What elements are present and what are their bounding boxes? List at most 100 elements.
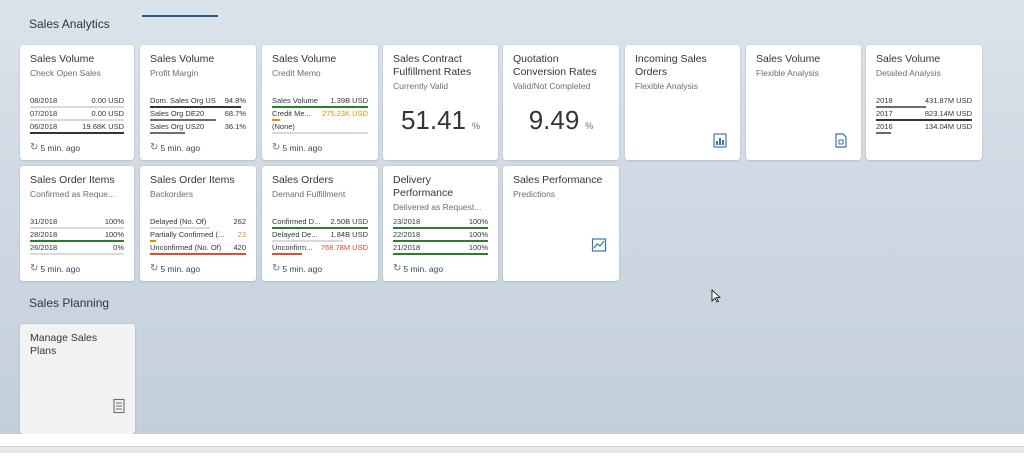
tile-delivery-performance[interactable]: Delivery Performance Delivered as Reques… xyxy=(383,166,498,281)
row-value: 100% xyxy=(468,217,488,226)
refresh-footer: ↻ 5 min. ago xyxy=(393,263,443,274)
refresh-icon: ↻ xyxy=(150,142,159,153)
tile-title-line2: Fulfillment Rates xyxy=(393,66,472,78)
list-item: 31/2018 100% xyxy=(30,216,124,229)
tile-sales-orders-demand[interactable]: Sales Orders Demand Fulfillment Confirme… xyxy=(262,166,378,281)
bottom-scroll-strip xyxy=(0,446,1024,453)
kpi-unit: % xyxy=(585,121,594,131)
row-value: 36.1% xyxy=(224,122,246,131)
row-value: 0.00 USD xyxy=(91,109,124,118)
row-value: 275.23K USD xyxy=(322,109,368,118)
tile-quotation-conversion[interactable]: Quotation Conversion Rates Valid/Not Com… xyxy=(503,45,619,160)
tile-sales-volume-credit-memo[interactable]: Sales Volume Credit Memo Sales Volume 1.… xyxy=(262,45,378,160)
comparison-list: Dom. Sales Org US 94.8% Sales Org DE20 6… xyxy=(150,95,246,134)
tile-title-line1: Sales Contract xyxy=(393,53,462,65)
tile-sales-volume-detailed[interactable]: Sales Volume Detailed Analysis 2018 431.… xyxy=(866,45,982,160)
row-label: (None) xyxy=(272,122,295,131)
tile-incoming-sales-orders[interactable]: Incoming Sales Orders Flexible Analysis xyxy=(625,45,740,160)
tile-title: Manage Sales Plans xyxy=(30,332,98,357)
refresh-time: 5 min. ago xyxy=(403,263,444,274)
section-title-sales-analytics: Sales Analytics xyxy=(29,17,110,31)
list-item: Delayed (No. Of) 262 xyxy=(150,216,246,229)
tile-title: Sales Order Items xyxy=(150,174,235,186)
row-value: 19.68K USD xyxy=(82,122,124,131)
row-value: 100% xyxy=(104,217,124,226)
row-label: 23/2018 xyxy=(393,217,421,226)
tile-title: Sales Order Items xyxy=(30,174,115,186)
tile-sales-contract-fulfillment[interactable]: Sales Contract Fulfillment Rates Current… xyxy=(383,45,498,160)
row-label: Partially Confirmed (... xyxy=(150,230,225,239)
row-value: 768.78M USD xyxy=(320,243,368,252)
tile-sales-performance[interactable]: Sales Performance Predictions xyxy=(503,166,619,281)
row-value: 2.50B USD xyxy=(330,217,368,226)
list-item: Dom. Sales Org US 94.8% xyxy=(150,95,246,108)
tile-subtitle: Flexible Analysis xyxy=(756,68,819,78)
kpi-value: 51.41% xyxy=(383,105,498,136)
kpi-unit: % xyxy=(472,121,481,131)
row-value: 0.00 USD xyxy=(91,96,124,105)
comparison-list: 23/2018 100% 22/2018 100% 21/2018 100% xyxy=(393,216,488,255)
row-label: Unconfirm... xyxy=(272,243,313,252)
row-value: 100% xyxy=(468,243,488,252)
tile-subtitle: Confirmed as Reque... xyxy=(30,189,116,199)
list-item: 21/2018 100% xyxy=(393,242,488,255)
list-item: Delayed De... 1.84B USD xyxy=(272,229,368,242)
refresh-icon: ↻ xyxy=(272,263,281,274)
list-item: Sales Org US20 36.1% xyxy=(150,121,246,134)
comparison-list: Sales Volume 1.39B USD Credit Me... 275.… xyxy=(272,95,368,134)
tile-sales-volume-flexible[interactable]: Sales Volume Flexible Analysis xyxy=(746,45,861,160)
row-value: 100% xyxy=(104,230,124,239)
tile-subtitle: Currently Valid xyxy=(393,81,449,91)
refresh-footer: ↻ 5 min. ago xyxy=(272,263,322,274)
row-value: 0% xyxy=(113,243,124,252)
kpi-value: 9.49% xyxy=(503,105,619,136)
row-value: 1.84B USD xyxy=(330,230,368,239)
row-bar xyxy=(272,132,368,134)
section-title-sales-planning: Sales Planning xyxy=(29,296,110,310)
row-value: 68.7% xyxy=(224,109,246,118)
list-item: 2017 823.14M USD xyxy=(876,108,972,121)
row-label: 31/2018 xyxy=(30,217,58,226)
row-label: Confirmed D... xyxy=(272,217,321,226)
refresh-footer: ↻ 5 min. ago xyxy=(30,142,80,153)
tile-subtitle: Predictions xyxy=(513,189,556,199)
list-item: 2016 134.04M USD xyxy=(876,121,972,134)
tile-subtitle: Credit Memo xyxy=(272,68,321,78)
tile-sales-volume-profit-margin[interactable]: Sales Volume Profit Margin Dom. Sales Or… xyxy=(140,45,256,160)
tile-title-line2: Conversion Rates xyxy=(513,66,597,78)
tile-sales-order-items-backorders[interactable]: Sales Order Items Backorders Delayed (No… xyxy=(140,166,256,281)
row-value: 431.87M USD xyxy=(924,96,972,105)
tile-sales-order-items-confirmed[interactable]: Sales Order Items Confirmed as Reque... … xyxy=(20,166,134,281)
row-value: 134.04M USD xyxy=(924,122,972,131)
row-value: 823.14M USD xyxy=(924,109,972,118)
tile-manage-sales-plans[interactable]: Manage Sales Plans xyxy=(20,324,135,434)
row-label: 26/2018 xyxy=(30,243,58,252)
row-label: 2017 xyxy=(876,109,893,118)
list-item: 07/2018 0.00 USD xyxy=(30,108,124,121)
row-label: 21/2018 xyxy=(393,243,421,252)
tile-subtitle: Check Open Sales xyxy=(30,68,101,78)
row-value: 94.8% xyxy=(224,96,246,105)
kpi-number: 51.41 xyxy=(400,105,467,135)
tile-sales-volume-open-sales[interactable]: Sales Volume Check Open Sales 08/2018 0.… xyxy=(20,45,134,160)
tile-title: Sales Performance xyxy=(513,174,603,186)
list-item: 06/2018 19.68K USD xyxy=(30,121,124,134)
row-label: Unconfirmed (No. Of) xyxy=(150,243,222,252)
top-tab-strip xyxy=(0,0,1024,16)
tile-title: Sales Orders xyxy=(272,174,334,186)
tile-title: Sales Volume xyxy=(756,53,821,65)
refresh-icon: ↻ xyxy=(30,263,39,274)
row-label: Sales Volume xyxy=(272,96,318,105)
analytics-document-icon xyxy=(713,133,727,148)
row-label: Dom. Sales Org US xyxy=(150,96,216,105)
list-item: Partially Confirmed (... 23 xyxy=(150,229,246,242)
tile-subtitle: Backorders xyxy=(150,189,193,199)
refresh-icon: ↻ xyxy=(150,263,159,274)
tile-title-line2: Performance xyxy=(393,187,454,199)
list-item: Confirmed D... 2.50B USD xyxy=(272,216,368,229)
row-bar xyxy=(150,132,185,134)
kpi-number: 9.49 xyxy=(528,105,580,135)
refresh-footer: ↻ 5 min. ago xyxy=(150,142,200,153)
row-label: Delayed (No. Of) xyxy=(150,217,207,226)
row-bar xyxy=(876,132,892,134)
